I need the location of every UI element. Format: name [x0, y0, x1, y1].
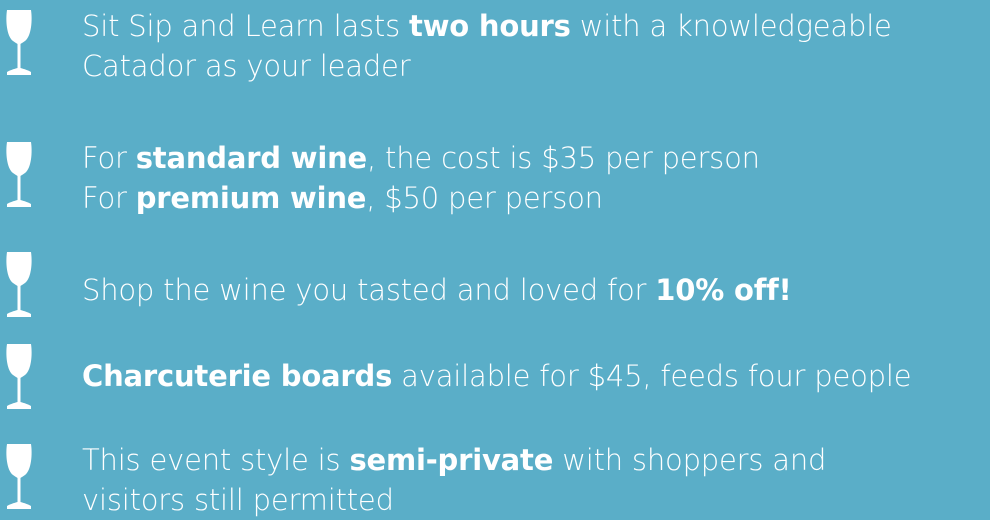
item-text: Shop the wine you tasted and loved for 1…: [82, 270, 792, 310]
wine-glass-icon: [5, 250, 33, 320]
item-text: Sit Sip and Learn lasts two hours with a…: [82, 6, 892, 86]
item-line: Catador as your leader: [82, 49, 411, 83]
wine-glass-icon: [5, 140, 33, 210]
item-line: Charcuterie boards available for $45, fe…: [82, 359, 912, 393]
item-line: Sit Sip and Learn lasts two hours with a…: [82, 9, 892, 43]
wine-glass-icon: [5, 442, 33, 512]
item-line: For premium wine, $50 per person: [82, 181, 603, 215]
item-text: For standard wine, the cost is $35 per p…: [82, 138, 760, 218]
item-text: Charcuterie boards available for $45, fe…: [82, 356, 912, 396]
item-line: visitors still permitted: [82, 483, 394, 517]
item-line: This event style is semi-private with sh…: [82, 443, 827, 477]
wine-glass-icon: [5, 8, 33, 78]
item-line: For standard wine, the cost is $35 per p…: [82, 141, 760, 175]
item-line: Shop the wine you tasted and loved for 1…: [82, 273, 792, 307]
item-text: This event style is semi-private with sh…: [82, 440, 826, 520]
wine-glass-icon: [5, 342, 33, 412]
